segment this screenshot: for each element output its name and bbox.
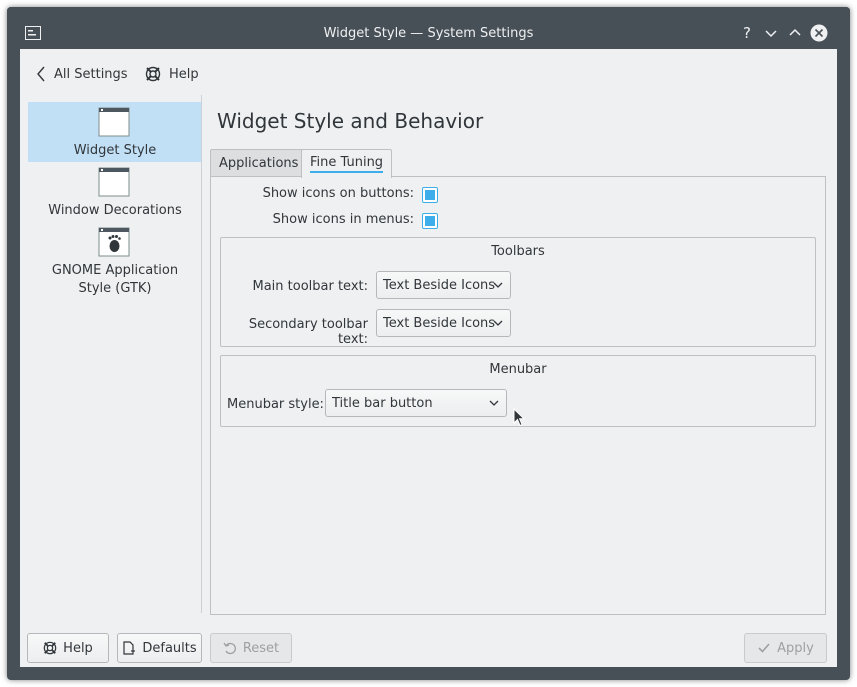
- help-button-label: Help: [63, 640, 93, 656]
- titlebar[interactable]: Widget Style — System Settings ?: [7, 7, 850, 49]
- gnome-foot-icon: [98, 227, 130, 257]
- widget-style-icon: [98, 107, 130, 137]
- secondary-toolbar-text-value: Text Beside Icons: [383, 315, 496, 331]
- toolbars-group: Toolbars Main toolbar text: Text Beside …: [220, 237, 816, 347]
- help-glyph: ?: [743, 24, 751, 42]
- chevron-left-icon: [37, 66, 45, 82]
- all-settings-label: All Settings: [54, 66, 128, 82]
- sidebar-divider: [201, 95, 202, 613]
- show-icons-menus-label: Show icons in menus:: [272, 212, 414, 227]
- show-icons-menus-checkbox[interactable]: [422, 213, 438, 229]
- client-area: All Settings Help Widget Style Window De…: [20, 49, 837, 667]
- topbar-help-label: Help: [169, 66, 199, 82]
- lifebuoy-icon: [43, 641, 57, 655]
- sidebar: Widget Style Window Decorations GNOME Ap…: [28, 95, 202, 613]
- menubar-style-label: Menubar style:: [227, 397, 324, 412]
- reset-button[interactable]: Reset: [210, 633, 292, 663]
- sidebar-item-gnome-gtk[interactable]: GNOME Application Style (GTK): [28, 222, 202, 302]
- apply-button[interactable]: Apply: [744, 633, 827, 663]
- all-settings-button[interactable]: All Settings: [36, 59, 128, 89]
- undo-icon: [223, 642, 236, 655]
- show-icons-buttons-checkbox[interactable]: [422, 187, 438, 203]
- page-title: Widget Style and Behavior: [217, 109, 484, 133]
- main-toolbar-text-label: Main toolbar text:: [252, 279, 368, 294]
- window-decorations-icon: [98, 167, 130, 197]
- menubar-style-select[interactable]: Title bar button: [325, 389, 507, 417]
- topbar-help-button[interactable]: Help: [145, 59, 199, 89]
- maximize-icon[interactable]: [785, 23, 805, 43]
- menubar-group-title: Menubar: [489, 362, 547, 377]
- apply-button-label: Apply: [777, 640, 814, 656]
- chevron-down-icon: [493, 320, 503, 326]
- tab-label: Fine Tuning: [310, 155, 384, 173]
- toolbars-group-title: Toolbars: [491, 244, 545, 259]
- show-icons-buttons-label: Show icons on buttons:: [262, 186, 414, 201]
- lifebuoy-icon: [145, 66, 161, 82]
- tab-fine-tuning[interactable]: Fine Tuning: [301, 149, 393, 178]
- defaults-button[interactable]: Defaults: [117, 633, 202, 663]
- reset-button-label: Reset: [242, 640, 280, 656]
- main-toolbar-text-select[interactable]: Text Beside Icons: [376, 271, 511, 299]
- secondary-toolbar-text-label: Secondary toolbar text:: [248, 317, 368, 347]
- help-icon[interactable]: ?: [737, 23, 757, 43]
- chevron-down-icon: [489, 400, 499, 406]
- menubar-style-value: Title bar button: [332, 395, 433, 411]
- help-button[interactable]: Help: [27, 633, 109, 663]
- secondary-toolbar-text-select[interactable]: Text Beside Icons: [376, 309, 511, 337]
- tab-label: Applications: [219, 156, 299, 171]
- document-defaults-icon: [123, 641, 136, 655]
- fine-tuning-panel: Show icons on buttons: Show icons in men…: [210, 176, 826, 615]
- sidebar-item-label: Window Decorations: [48, 203, 182, 218]
- main-toolbar-text-value: Text Beside Icons: [383, 277, 496, 293]
- minimize-icon[interactable]: [761, 23, 781, 43]
- sidebar-item-window-decorations[interactable]: Window Decorations: [28, 162, 202, 222]
- close-icon[interactable]: [809, 23, 829, 43]
- window-title: Widget Style — System Settings: [323, 26, 534, 41]
- tab-applications[interactable]: Applications: [210, 149, 308, 177]
- sidebar-item-label: GNOME Application Style (GTK): [51, 263, 179, 296]
- checkmark-icon: [758, 643, 770, 653]
- defaults-button-label: Defaults: [142, 640, 197, 656]
- sidebar-item-label: Widget Style: [73, 143, 157, 158]
- mouse-pointer-icon: [513, 408, 525, 427]
- chevron-down-icon: [493, 282, 503, 288]
- sidebar-item-widget-style[interactable]: Widget Style: [28, 102, 202, 162]
- settings-window: Widget Style — System Settings ? All Set…: [7, 7, 850, 680]
